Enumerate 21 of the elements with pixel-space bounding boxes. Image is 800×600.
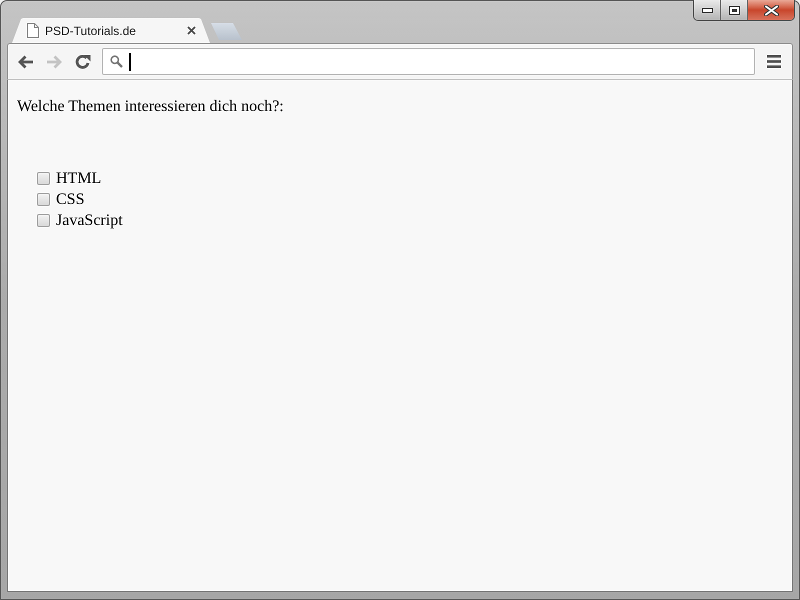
forward-arrow-icon [46, 54, 62, 68]
search-icon [110, 55, 123, 68]
menu-icon [767, 55, 781, 68]
page-icon [27, 23, 39, 38]
question-text: Welche Themen interessieren dich noch?: [17, 98, 285, 116]
option-label: HTML [56, 170, 102, 188]
minimize-icon [702, 8, 712, 12]
maximize-icon [728, 6, 740, 14]
browser-tab[interactable]: PSD-Tutorials.de [12, 18, 210, 43]
close-button[interactable] [748, 0, 794, 20]
checkbox[interactable] [37, 193, 50, 206]
minimize-button[interactable] [694, 0, 721, 20]
close-icon [764, 4, 778, 16]
checkbox[interactable] [37, 214, 50, 227]
option-label: JavaScript [56, 212, 123, 230]
checkbox[interactable] [37, 172, 50, 185]
maximize-button[interactable] [721, 0, 748, 20]
close-icon[interactable] [187, 26, 196, 35]
option-label: CSS [56, 190, 84, 208]
back-arrow-icon [16, 54, 34, 68]
reload-icon [75, 54, 91, 70]
